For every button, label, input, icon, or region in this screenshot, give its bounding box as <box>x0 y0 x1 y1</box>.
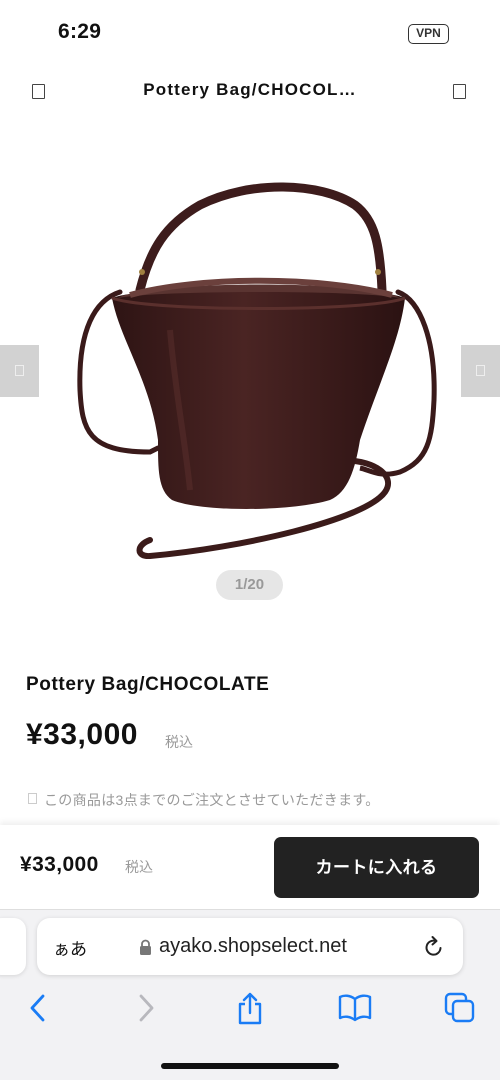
page-title: Pottery Bag/CHOCOL… <box>143 80 357 99</box>
menu-icon[interactable] <box>32 84 45 99</box>
share-icon[interactable] <box>236 992 264 1026</box>
tax-included-label: 税込 <box>165 734 193 750</box>
page-settings-button[interactable]: ぁあ <box>53 935 87 960</box>
lock-icon <box>140 939 151 955</box>
product-image <box>77 182 437 560</box>
cart-bar-tax-label: 税込 <box>125 859 153 875</box>
vpn-badge: VPN <box>408 24 449 44</box>
info-icon <box>28 793 37 804</box>
gallery-next-button[interactable] <box>461 345 500 397</box>
product-gallery[interactable] <box>0 120 500 620</box>
product-name: Pottery Bag/CHOCOLATE <box>26 674 270 695</box>
home-indicator[interactable] <box>161 1063 339 1069</box>
bookmarks-icon[interactable] <box>338 992 372 1022</box>
gallery-counter: 1/20 <box>216 570 283 600</box>
status-time: 6:29 <box>58 20 102 43</box>
product-price: ¥33,000 <box>26 718 138 751</box>
back-icon[interactable] <box>28 992 48 1024</box>
gallery-prev-button[interactable] <box>0 345 39 397</box>
url-text[interactable]: ayako.shopselect.net <box>159 935 347 958</box>
cart-icon[interactable] <box>453 84 466 99</box>
forward-icon[interactable] <box>136 992 156 1024</box>
chevron-right-icon <box>476 365 485 376</box>
chevron-left-icon <box>15 365 24 376</box>
reload-icon[interactable] <box>423 935 445 959</box>
add-to-cart-button[interactable]: カートに入れる <box>274 837 479 898</box>
order-limit-notice: この商品は3点までのご注文とさせていただきます。 <box>44 792 380 808</box>
tabs-icon[interactable] <box>444 992 476 1024</box>
cart-bar-price: ¥33,000 <box>20 853 99 876</box>
previous-tab-preview[interactable] <box>0 918 26 975</box>
